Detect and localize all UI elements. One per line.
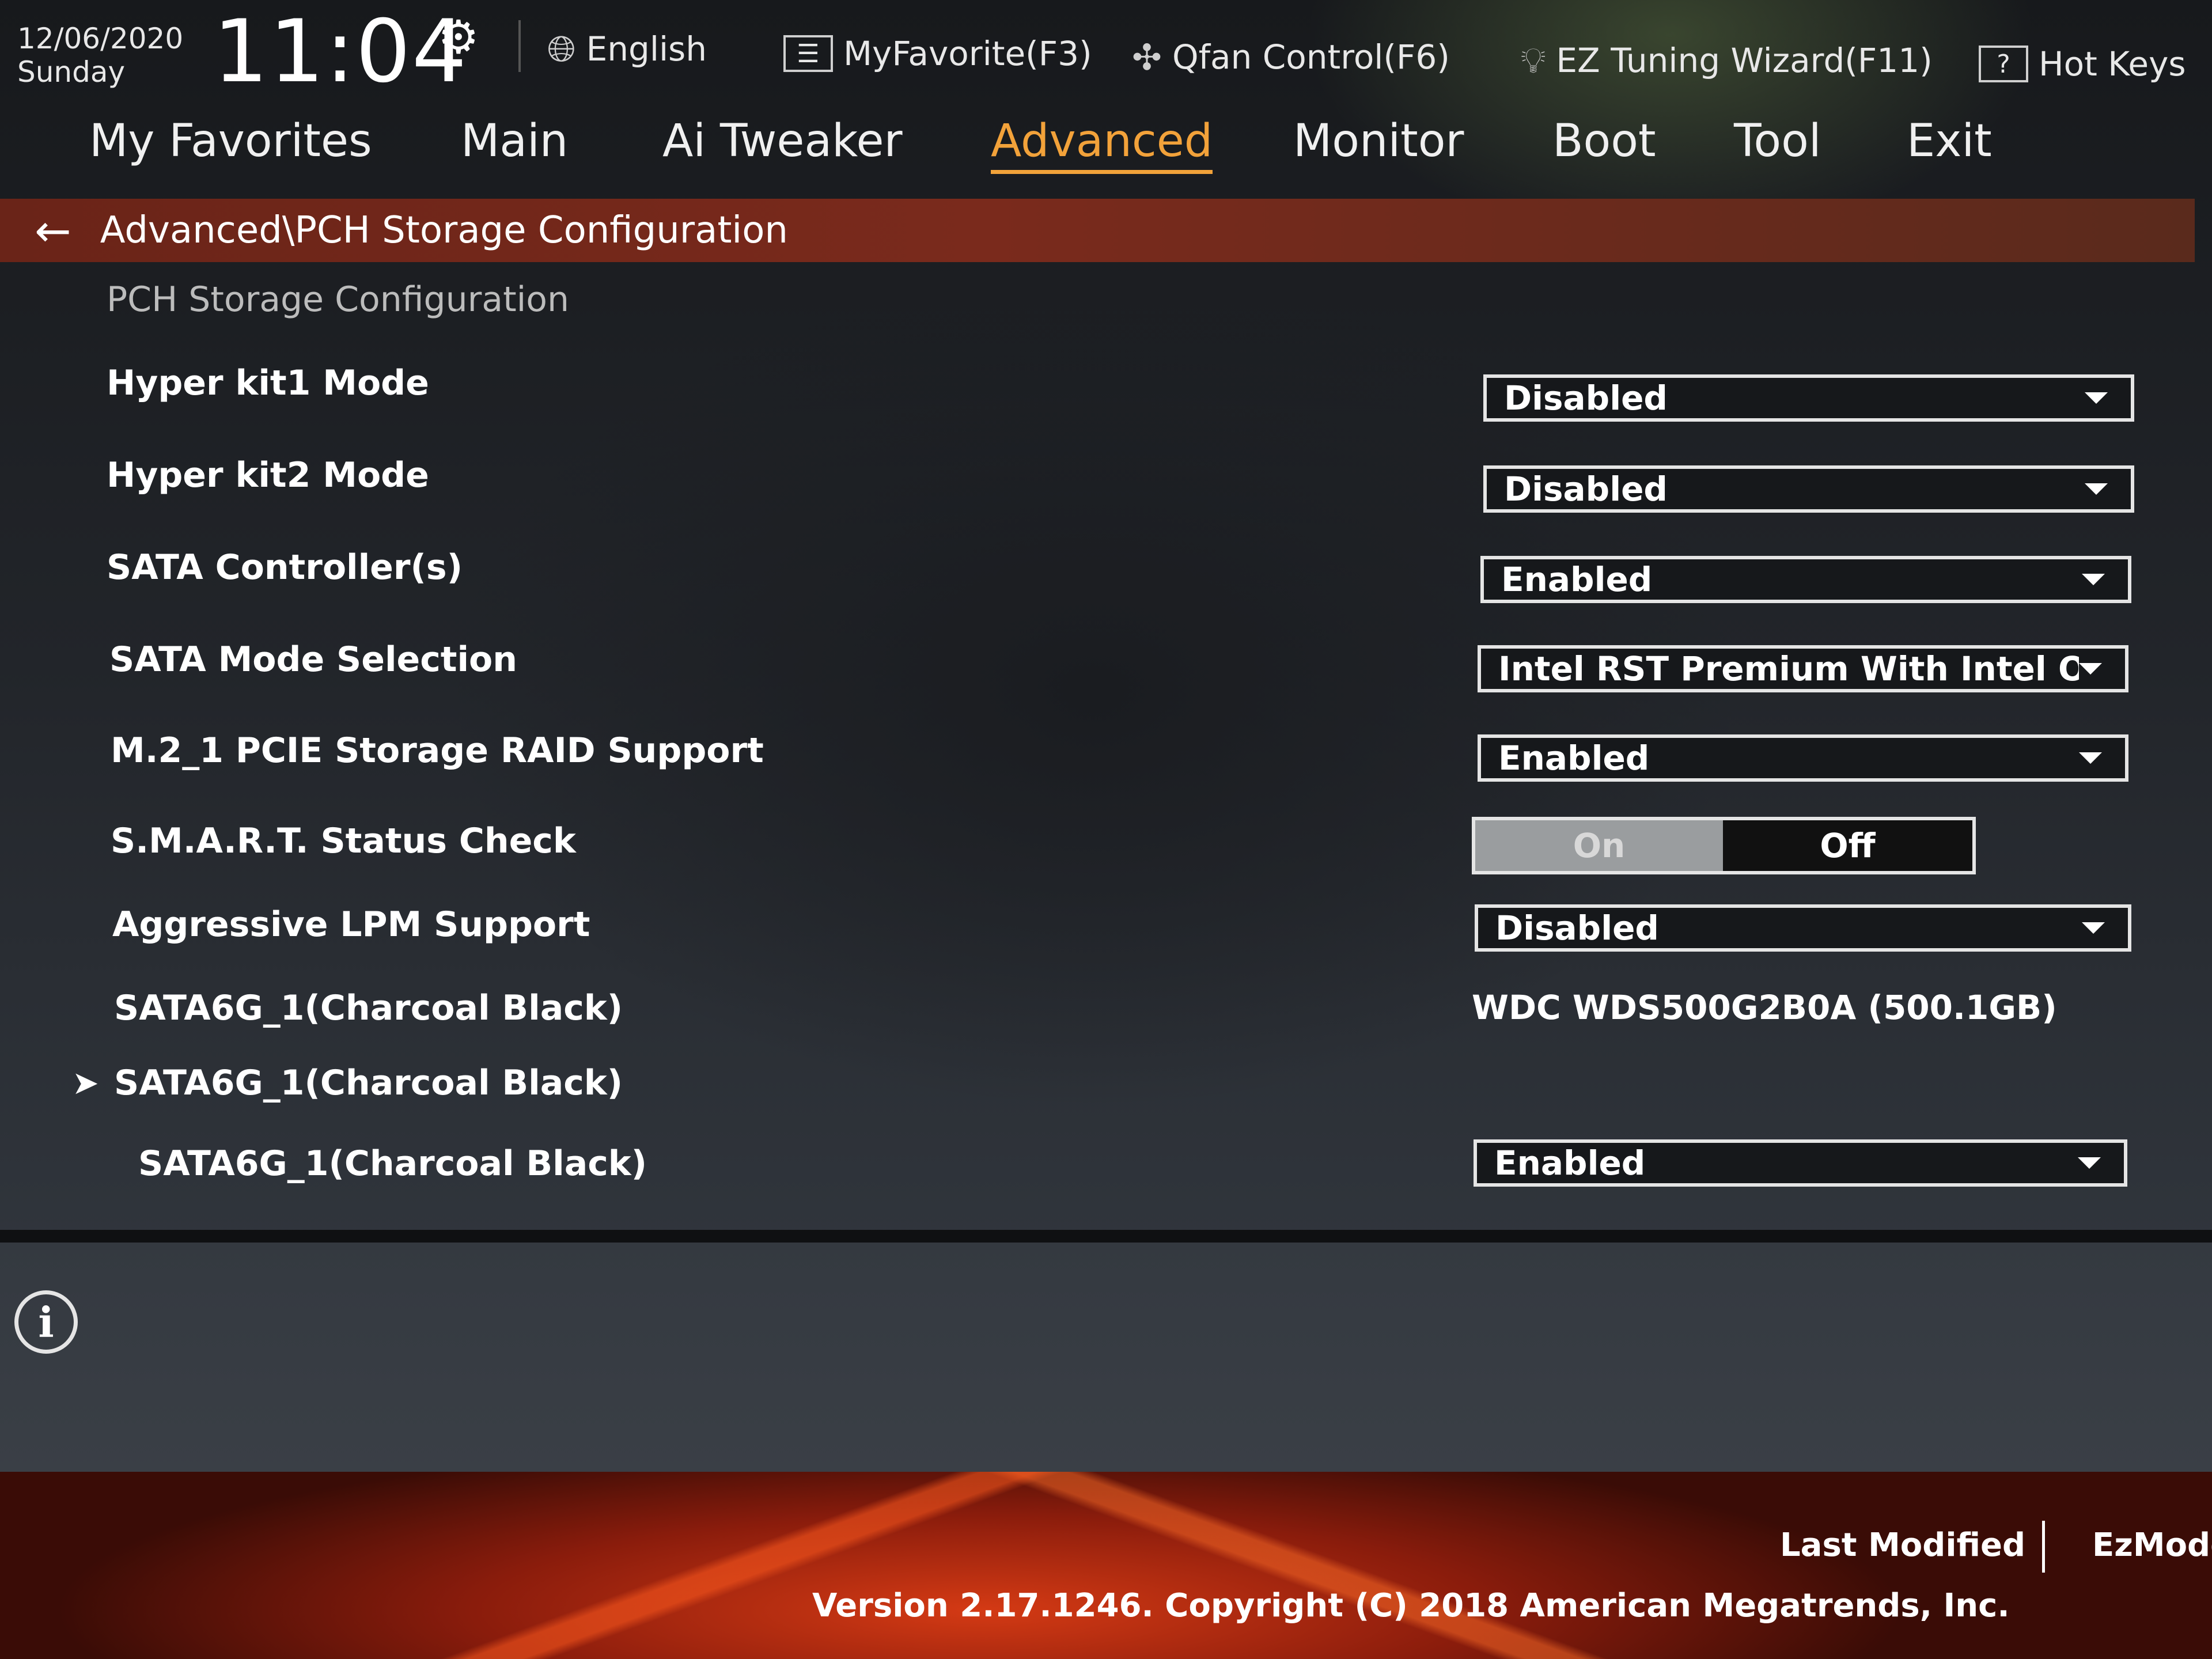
info-icon: i xyxy=(14,1290,78,1354)
myfavorite-icon: ☰ xyxy=(783,35,833,72)
hot-keys-label: Hot Keys xyxy=(2039,44,2186,84)
lightbulb-icon: 💡︎ xyxy=(1521,39,1546,81)
toggle-off-option[interactable]: Off xyxy=(1723,820,1972,871)
language-button[interactable]: 🌐︎ English xyxy=(547,23,707,75)
chevron-down-icon xyxy=(2082,922,2105,934)
last-modified-button[interactable]: Last Modified xyxy=(1780,1527,2025,1564)
hyper-kit1-value: Disabled xyxy=(1504,378,1668,418)
globe-icon: 🌐︎ xyxy=(547,28,576,70)
clock-time: 11:04 xyxy=(213,2,468,102)
language-label: English xyxy=(586,29,707,69)
sata6g-1-port-value: Enabled xyxy=(1494,1143,1646,1183)
bios-screen: 12/06/2020 Sunday 11:04 ⚙ 🌐︎ English ☰ M… xyxy=(0,0,2212,1659)
day-text: Sunday xyxy=(17,55,126,89)
m2-raid-select[interactable]: Enabled xyxy=(1478,734,2128,782)
toggle-on-option[interactable]: On xyxy=(1475,820,1723,871)
tab-tool[interactable]: Tool xyxy=(1734,104,1821,179)
date-text: 12/06/2020 xyxy=(17,22,184,55)
m2-raid-value: Enabled xyxy=(1498,738,1650,778)
settings-gear-icon[interactable]: ⚙ xyxy=(438,10,479,64)
top-divider xyxy=(518,20,521,72)
sata-controllers-label: SATA Controller(s) xyxy=(107,547,463,588)
footer-separator xyxy=(2042,1521,2045,1573)
hot-keys-button[interactable]: ? Hot Keys xyxy=(1979,38,2186,90)
tab-boot[interactable]: Boot xyxy=(1552,104,1656,179)
tab-exit[interactable]: Exit xyxy=(1907,104,1992,179)
chevron-down-icon xyxy=(2085,392,2108,404)
help-panel xyxy=(0,1243,2212,1473)
hyper-kit2-label: Hyper kit2 Mode xyxy=(107,455,429,495)
chevron-down-icon xyxy=(2079,663,2102,675)
chevron-down-icon xyxy=(2082,574,2105,585)
tab-main[interactable]: Main xyxy=(461,104,568,179)
section-title: PCH Storage Configuration xyxy=(107,279,569,320)
sata-controllers-value: Enabled xyxy=(1501,560,1653,599)
tab-monitor[interactable]: Monitor xyxy=(1293,104,1464,179)
ez-tuning-label: EZ Tuning Wizard(F11) xyxy=(1556,41,1933,80)
hyper-kit2-select[interactable]: Disabled xyxy=(1483,465,2134,513)
fan-icon: ✣ xyxy=(1132,36,1162,78)
footer: Last Modified EzMode Version 2.17.1246. … xyxy=(0,1472,2212,1659)
sata6g-1-info-label: SATA6G_1(Charcoal Black) xyxy=(114,988,623,1028)
aggressive-lpm-label: Aggressive LPM Support xyxy=(112,904,590,945)
sata6g-1-port-label: SATA6G_1(Charcoal Black) xyxy=(138,1143,647,1184)
aggressive-lpm-select[interactable]: Disabled xyxy=(1475,904,2131,952)
aggressive-lpm-value: Disabled xyxy=(1495,908,1659,948)
ezmode-button[interactable]: EzMode xyxy=(2092,1527,2212,1564)
hyper-kit2-value: Disabled xyxy=(1504,469,1668,509)
chevron-down-icon xyxy=(2078,1157,2101,1169)
sata6g-1-submenu[interactable]: SATA6G_1(Charcoal Black) xyxy=(114,1063,623,1103)
hyper-kit1-select[interactable]: Disabled xyxy=(1483,374,2134,422)
submenu-arrow-icon: ➤ xyxy=(72,1065,99,1102)
tab-my-favorites[interactable]: My Favorites xyxy=(89,104,372,179)
smart-status-toggle[interactable]: On Off xyxy=(1472,817,1976,874)
chevron-down-icon xyxy=(2079,752,2102,764)
sata-mode-label: SATA Mode Selection xyxy=(109,639,517,680)
m2-raid-label: M.2_1 PCIE Storage RAID Support xyxy=(111,730,764,771)
back-arrow-icon[interactable]: ← xyxy=(35,205,71,256)
sata6g-1-drive-value: WDC WDS500G2B0A (500.1GB) xyxy=(1472,988,2057,1027)
sata6g-1-port-select[interactable]: Enabled xyxy=(1474,1139,2127,1187)
version-text: Version 2.17.1246. Copyright (C) 2018 Am… xyxy=(812,1587,2010,1624)
hyper-kit1-label: Hyper kit1 Mode xyxy=(107,363,429,403)
top-bar: 12/06/2020 Sunday 11:04 ⚙ 🌐︎ English ☰ M… xyxy=(0,0,2212,98)
ez-tuning-wizard-button[interactable]: 💡︎ EZ Tuning Wizard(F11) xyxy=(1521,35,1933,86)
sata-mode-select[interactable]: Intel RST Premium With Intel Op xyxy=(1478,645,2128,692)
sata-controllers-select[interactable]: Enabled xyxy=(1480,556,2131,603)
tab-advanced[interactable]: Advanced xyxy=(991,104,1213,179)
breadcrumb: ← Advanced\PCH Storage Configuration xyxy=(0,199,2195,262)
chevron-down-icon xyxy=(2085,483,2108,495)
date-display: 12/06/2020 Sunday xyxy=(17,22,183,89)
breadcrumb-path: Advanced\PCH Storage Configuration xyxy=(100,209,788,252)
smart-status-label: S.M.A.R.T. Status Check xyxy=(111,821,576,861)
myfavorite-label: MyFavorite(F3) xyxy=(843,34,1092,73)
help-divider xyxy=(0,1230,2212,1243)
sata-mode-value: Intel RST Premium With Intel Op xyxy=(1498,649,2079,688)
qfan-label: Qfan Control(F6) xyxy=(1172,37,1450,77)
tab-ai-tweaker[interactable]: Ai Tweaker xyxy=(662,104,903,179)
qfan-control-button[interactable]: ✣ Qfan Control(F6) xyxy=(1132,31,1450,83)
myfavorite-button[interactable]: ☰ MyFavorite(F3) xyxy=(783,28,1092,79)
question-icon: ? xyxy=(1979,46,2028,82)
main-nav: My Favorites Main Ai Tweaker Advanced Mo… xyxy=(0,104,2212,190)
